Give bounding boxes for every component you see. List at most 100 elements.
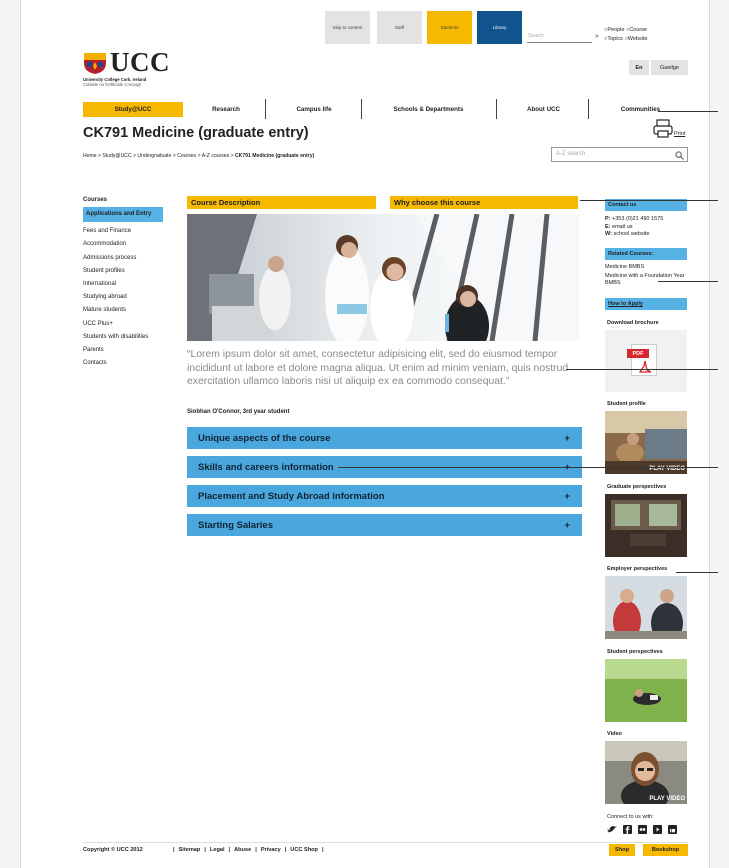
- related-courses-label: Related Courses:: [608, 251, 654, 257]
- student-profile-photo: [605, 411, 687, 474]
- play-video-label: PLAY VIDEO: [649, 796, 685, 802]
- download-brochure-heading: Download brochure: [607, 320, 659, 326]
- nav-communities[interactable]: Communities: [593, 102, 688, 117]
- phone-label: P:: [605, 216, 611, 222]
- search-scope-radios: ○People ○Course ○Topics ○Website: [604, 26, 694, 43]
- footer-link-sitemap[interactable]: Sitemap: [179, 847, 201, 853]
- nav-schools[interactable]: Schools & Departments: [366, 102, 491, 117]
- related-course-link[interactable]: Medicine with a Foundation Year BMBS: [605, 273, 685, 286]
- left-nav-heading: Courses: [83, 197, 108, 203]
- library-tab[interactable]: Library: [477, 11, 522, 44]
- left-nav-item[interactable]: Admissions process: [83, 252, 163, 265]
- radio-course-label: Course: [629, 27, 648, 33]
- student-perspectives-video[interactable]: [605, 659, 687, 722]
- footer-link-abuse[interactable]: Abuse: [234, 847, 251, 853]
- staff-tab[interactable]: Staff: [377, 11, 422, 44]
- phone-number: +353 (0)21 490 1575: [612, 216, 664, 222]
- footer-divider: |: [173, 847, 175, 853]
- skip-to-content-link[interactable]: Skip to content: [325, 11, 370, 44]
- web-label: W:: [605, 231, 612, 237]
- flickr-icon[interactable]: [638, 825, 647, 834]
- nav-campus-life[interactable]: Campus life: [269, 102, 359, 117]
- logo-wordmark: UCC: [110, 47, 170, 77]
- graduate-perspectives-video[interactable]: [605, 494, 687, 557]
- annotation-pointer: [676, 572, 718, 573]
- acrobat-icon: [638, 360, 652, 373]
- student-perspectives-heading: Student perspectives: [607, 649, 663, 655]
- footer-link-ucc-shop[interactable]: UCC Shop: [290, 847, 318, 853]
- print-button[interactable]: Print: [653, 119, 693, 141]
- tab-course-description-label: Course Description: [191, 198, 261, 207]
- left-nav-item[interactable]: Accommodation: [83, 238, 163, 251]
- breadcrumb-path[interactable]: Home > Study@UCC > Undergraduate > Cours…: [83, 153, 235, 159]
- print-label: Print: [674, 131, 686, 137]
- left-nav-item[interactable]: UCC Plus+: [83, 318, 163, 331]
- left-nav-item[interactable]: International: [83, 278, 163, 291]
- social-links: [607, 825, 689, 835]
- search-icon[interactable]: [675, 151, 684, 160]
- annotation-pointer: [658, 281, 718, 282]
- lang-ga-button[interactable]: Gaeilge: [651, 60, 688, 75]
- lang-en-button[interactable]: En: [629, 60, 649, 75]
- search-go-button[interactable]: >: [595, 34, 599, 40]
- linkedin-icon[interactable]: [668, 825, 677, 834]
- crest-icon: [83, 52, 107, 75]
- featured-video[interactable]: PLAY VIDEO: [605, 741, 687, 804]
- left-nav-item[interactable]: Contacts: [83, 357, 163, 370]
- student-perspectives-photo: [605, 659, 687, 722]
- nav-divider: [361, 99, 362, 119]
- student-profile-video[interactable]: PLAY VIDEO: [605, 411, 687, 474]
- left-nav-active-item[interactable]: Applications and Entry: [83, 207, 163, 223]
- az-search-input[interactable]: A-Z search: [551, 147, 688, 162]
- nav-schools-label: Schools & Departments: [393, 106, 464, 113]
- left-nav-item[interactable]: Fees and Finance: [83, 225, 163, 238]
- how-to-apply-link[interactable]: How to Apply: [605, 298, 687, 310]
- left-nav-item[interactable]: Student profiles: [83, 265, 163, 278]
- download-brochure-button[interactable]: PDF: [605, 330, 687, 392]
- nav-study[interactable]: Study@UCC: [83, 102, 183, 117]
- testimonial-author: Siobhan O'Connor, 3rd year student: [187, 409, 290, 415]
- nav-divider: [265, 99, 266, 119]
- students-tab[interactable]: Students: [427, 11, 472, 44]
- radio-topics-label: Topics: [607, 35, 623, 42]
- nav-about[interactable]: About UCC: [501, 102, 586, 117]
- left-nav-item[interactable]: Parents: [83, 344, 163, 357]
- site-search-input[interactable]: Search: [527, 33, 592, 43]
- tab-why-choose[interactable]: Why choose this course: [390, 196, 578, 209]
- employer-perspectives-video[interactable]: [605, 576, 687, 639]
- footer-link-privacy[interactable]: Privacy: [261, 847, 281, 853]
- related-course-link[interactable]: Medicine BMBS: [605, 264, 644, 270]
- skip-label: Skip to content: [332, 25, 363, 30]
- left-nav-item[interactable]: Studying abroad: [83, 291, 163, 304]
- tab-course-description[interactable]: Course Description: [187, 196, 376, 209]
- footer-link-legal[interactable]: Legal: [210, 847, 225, 853]
- nav-research[interactable]: Research: [191, 102, 261, 117]
- printer-icon: [653, 119, 673, 138]
- search-go-label: >: [595, 34, 599, 40]
- az-search-placeholder: A-Z search: [556, 151, 586, 157]
- twitter-icon[interactable]: [607, 825, 617, 834]
- accordion-unique-aspects[interactable]: Unique aspects of the course +: [187, 427, 582, 449]
- footer-divider: |: [228, 847, 231, 853]
- footer-copyright: Copyright © UCC 2012: [83, 847, 143, 853]
- annotation-pointer: [566, 369, 718, 370]
- footer-rule: [83, 842, 688, 843]
- email-link[interactable]: email us: [612, 224, 632, 230]
- logo-line2: Coláiste na hOllscoile Corcaigh: [83, 82, 142, 87]
- nav-campus-life-label: Campus life: [296, 106, 332, 113]
- page-title: CK791 Medicine (graduate entry): [83, 125, 309, 141]
- school-website-link[interactable]: school website: [613, 231, 649, 237]
- left-nav-item[interactable]: Mature students: [83, 304, 163, 317]
- youtube-icon[interactable]: [653, 825, 662, 834]
- ucc-logo[interactable]: UCC University College Cork, Ireland Col…: [83, 47, 193, 94]
- accordion-placement-study-abroad[interactable]: Placement and Study Abroad information +: [187, 485, 582, 507]
- page: Skip to content Staff Students Library S…: [0, 0, 729, 868]
- shop-button[interactable]: Shop: [609, 844, 635, 856]
- left-nav-item[interactable]: Students with disabilities: [83, 331, 163, 344]
- facebook-icon[interactable]: [623, 825, 632, 834]
- nav-communities-label: Communities: [620, 106, 661, 113]
- bookshop-button[interactable]: Bookshop: [643, 844, 688, 856]
- library-label: Library: [492, 25, 507, 30]
- accordion-starting-salaries[interactable]: Starting Salaries +: [187, 514, 582, 536]
- nav-study-label: Study@UCC: [114, 106, 152, 113]
